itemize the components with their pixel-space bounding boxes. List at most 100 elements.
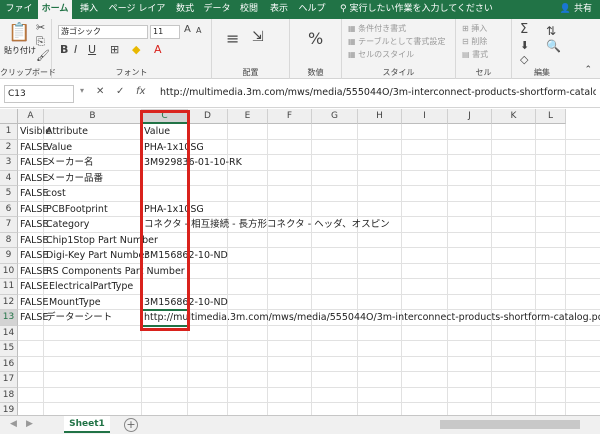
clear-icon[interactable]: ◇ <box>520 53 528 66</box>
cell-a3[interactable]: FALSE <box>18 155 48 171</box>
tab-formulas[interactable]: 数式 <box>172 0 198 19</box>
cell-c16[interactable] <box>142 357 146 373</box>
cell-a14[interactable] <box>18 326 44 342</box>
tab-help[interactable]: ヘルプ <box>298 0 326 19</box>
font-size-combo[interactable]: 11 <box>150 25 180 39</box>
paste-icon[interactable]: 📋 <box>8 22 30 43</box>
format-painter-icon[interactable]: 🖌 <box>36 49 50 62</box>
cell-a12[interactable]: FALSE <box>18 295 48 311</box>
tab-review[interactable]: 校閲 <box>236 0 262 19</box>
row-header[interactable]: 17 <box>0 372 18 388</box>
cell-a2[interactable]: FALSE <box>18 140 48 156</box>
column-header-j[interactable]: J <box>448 109 492 124</box>
cell-a18[interactable] <box>18 388 44 404</box>
row-header[interactable]: 3 <box>0 155 18 171</box>
find-icon[interactable]: 🔍 <box>546 39 561 53</box>
column-header-b[interactable]: B <box>44 109 142 124</box>
collapse-ribbon-icon[interactable]: ⌃ <box>584 65 592 75</box>
sort-filter-icon[interactable]: ⇅ <box>546 24 556 38</box>
paste-label[interactable]: 貼り付け <box>4 45 36 56</box>
cell-b12[interactable]: .MountType <box>44 295 103 311</box>
row-header[interactable]: 12 <box>0 294 18 310</box>
wrap-text-icon[interactable]: ⇲ <box>252 29 264 45</box>
cancel-icon[interactable]: ✕ <box>96 86 104 97</box>
row-header[interactable]: 13 <box>0 310 18 326</box>
sheet-tab-sheet1[interactable]: Sheet1 <box>64 416 110 433</box>
cell-b11[interactable]: .ElectricalPartType <box>44 279 135 295</box>
row-header[interactable]: 1 <box>0 124 18 140</box>
underline-button[interactable]: U <box>88 43 96 56</box>
cell-b13[interactable]: データーシート <box>44 310 114 326</box>
name-box-dropdown-icon[interactable]: ▾ <box>80 86 84 95</box>
row-header[interactable]: 5 <box>0 186 18 202</box>
cell-a17[interactable] <box>18 372 44 388</box>
delete-cells-button[interactable]: ⊟ 削除 <box>462 36 487 47</box>
column-header-l[interactable]: L <box>536 109 566 124</box>
row-header[interactable]: 18 <box>0 387 18 403</box>
cell-a7[interactable]: FALSE <box>18 217 48 233</box>
cell-b9[interactable]: Digi-Key Part Number <box>44 248 150 264</box>
fill-color-icon[interactable]: ◆ <box>132 43 140 56</box>
cell-b3[interactable]: メーカー名 <box>44 155 96 171</box>
cell-c18[interactable] <box>142 388 146 404</box>
prev-sheet-icon[interactable]: ◀ <box>10 419 17 429</box>
column-header-e[interactable]: E <box>228 109 268 124</box>
tab-view[interactable]: 表示 <box>266 0 292 19</box>
cell-c19[interactable] <box>142 403 146 415</box>
add-sheet-button[interactable]: + <box>124 418 138 432</box>
cell-b18[interactable] <box>44 388 48 404</box>
cell-b16[interactable] <box>44 357 48 373</box>
formula-input[interactable]: http://multimedia.3m.com/mws/media/55504… <box>156 85 596 103</box>
format-as-table-button[interactable]: ▦ テーブルとして書式設定 <box>348 36 445 47</box>
row-header[interactable]: 19 <box>0 403 18 415</box>
share-button[interactable]: 👤 共有 <box>560 0 592 19</box>
row-header[interactable]: 10 <box>0 263 18 279</box>
column-header-g[interactable]: G <box>312 109 358 124</box>
row-header[interactable]: 11 <box>0 279 18 295</box>
row-header[interactable]: 6 <box>0 201 18 217</box>
cell-b7[interactable]: Category <box>44 217 91 233</box>
cell-b4[interactable]: メーカー品番 <box>44 171 105 187</box>
column-header-h[interactable]: H <box>358 109 402 124</box>
cell-a9[interactable]: FALSE <box>18 248 48 264</box>
cell-a10[interactable]: FALSE <box>18 264 48 280</box>
borders-icon[interactable]: ⊞ <box>110 43 119 56</box>
cell-a6[interactable]: FALSE <box>18 202 48 218</box>
cell-a13[interactable]: FALSE <box>18 310 48 326</box>
row-header[interactable]: 15 <box>0 341 18 357</box>
column-header-i[interactable]: I <box>402 109 448 124</box>
worksheet-grid[interactable]: A B C D E F G H I J K L 1 Visible Attribute Value 2 FALSE… <box>0 109 600 415</box>
cell-b15[interactable] <box>44 341 48 357</box>
font-color-icon[interactable]: A <box>154 43 162 56</box>
grow-font-icon[interactable]: A <box>184 24 191 35</box>
insert-cells-button[interactable]: ⊞ 挿入 <box>462 23 487 34</box>
fill-icon[interactable]: ⬇ <box>520 39 529 52</box>
tab-home[interactable]: ホーム <box>38 0 72 19</box>
italic-button[interactable]: I <box>74 43 77 56</box>
copy-icon[interactable]: ⎘ <box>36 35 45 49</box>
insert-function-icon[interactable]: fx <box>136 86 145 97</box>
column-header-d[interactable]: D <box>188 109 228 124</box>
cell-a16[interactable] <box>18 357 44 373</box>
shrink-font-icon[interactable]: A <box>196 26 201 35</box>
percent-icon[interactable]: % <box>308 29 323 48</box>
cell-b19[interactable] <box>44 403 48 415</box>
cell-b17[interactable] <box>44 372 48 388</box>
row-header[interactable]: 2 <box>0 139 18 155</box>
tab-data[interactable]: データ <box>202 0 232 19</box>
tell-me-box[interactable]: ⚲ 実行したい作業を入力してください <box>340 0 493 19</box>
column-header-k[interactable]: K <box>492 109 536 124</box>
select-all-corner[interactable] <box>0 109 18 124</box>
enter-icon[interactable]: ✓ <box>116 86 124 97</box>
next-sheet-icon[interactable]: ▶ <box>26 419 33 429</box>
cell-a19[interactable] <box>18 403 44 415</box>
cell-b1[interactable]: Attribute <box>44 124 90 140</box>
cell-a5[interactable]: FALSE <box>18 186 48 202</box>
row-header[interactable]: 8 <box>0 232 18 248</box>
cell-a11[interactable]: FALSE <box>18 279 48 295</box>
tab-page-layout[interactable]: ページ レイアウト <box>106 0 168 33</box>
cell-a4[interactable]: FALSE <box>18 171 48 187</box>
conditional-format-button[interactable]: ▦ 条件付き書式 <box>348 23 406 34</box>
cell-c17[interactable] <box>142 372 146 388</box>
row-header[interactable]: 16 <box>0 356 18 372</box>
